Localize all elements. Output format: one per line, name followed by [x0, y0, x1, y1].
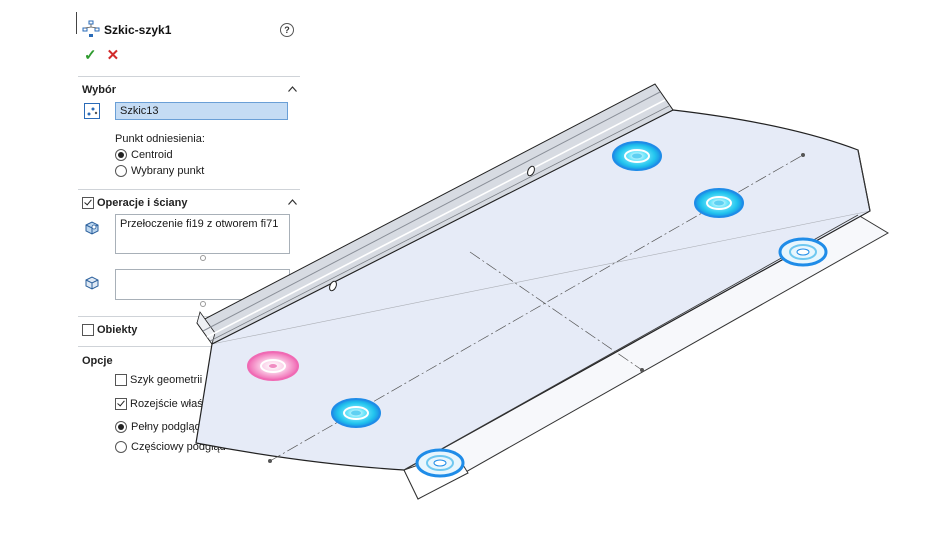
pattern-instance[interactable]	[694, 188, 744, 218]
pattern-instance[interactable]	[331, 398, 381, 428]
sheet-metal-part[interactable]	[195, 83, 889, 500]
pattern-instance[interactable]	[415, 448, 465, 478]
pattern-instance[interactable]	[778, 237, 828, 267]
pattern-instance[interactable]	[612, 141, 662, 171]
graphics-area[interactable]	[0, 0, 944, 553]
seed-feature-instance[interactable]	[247, 351, 299, 381]
